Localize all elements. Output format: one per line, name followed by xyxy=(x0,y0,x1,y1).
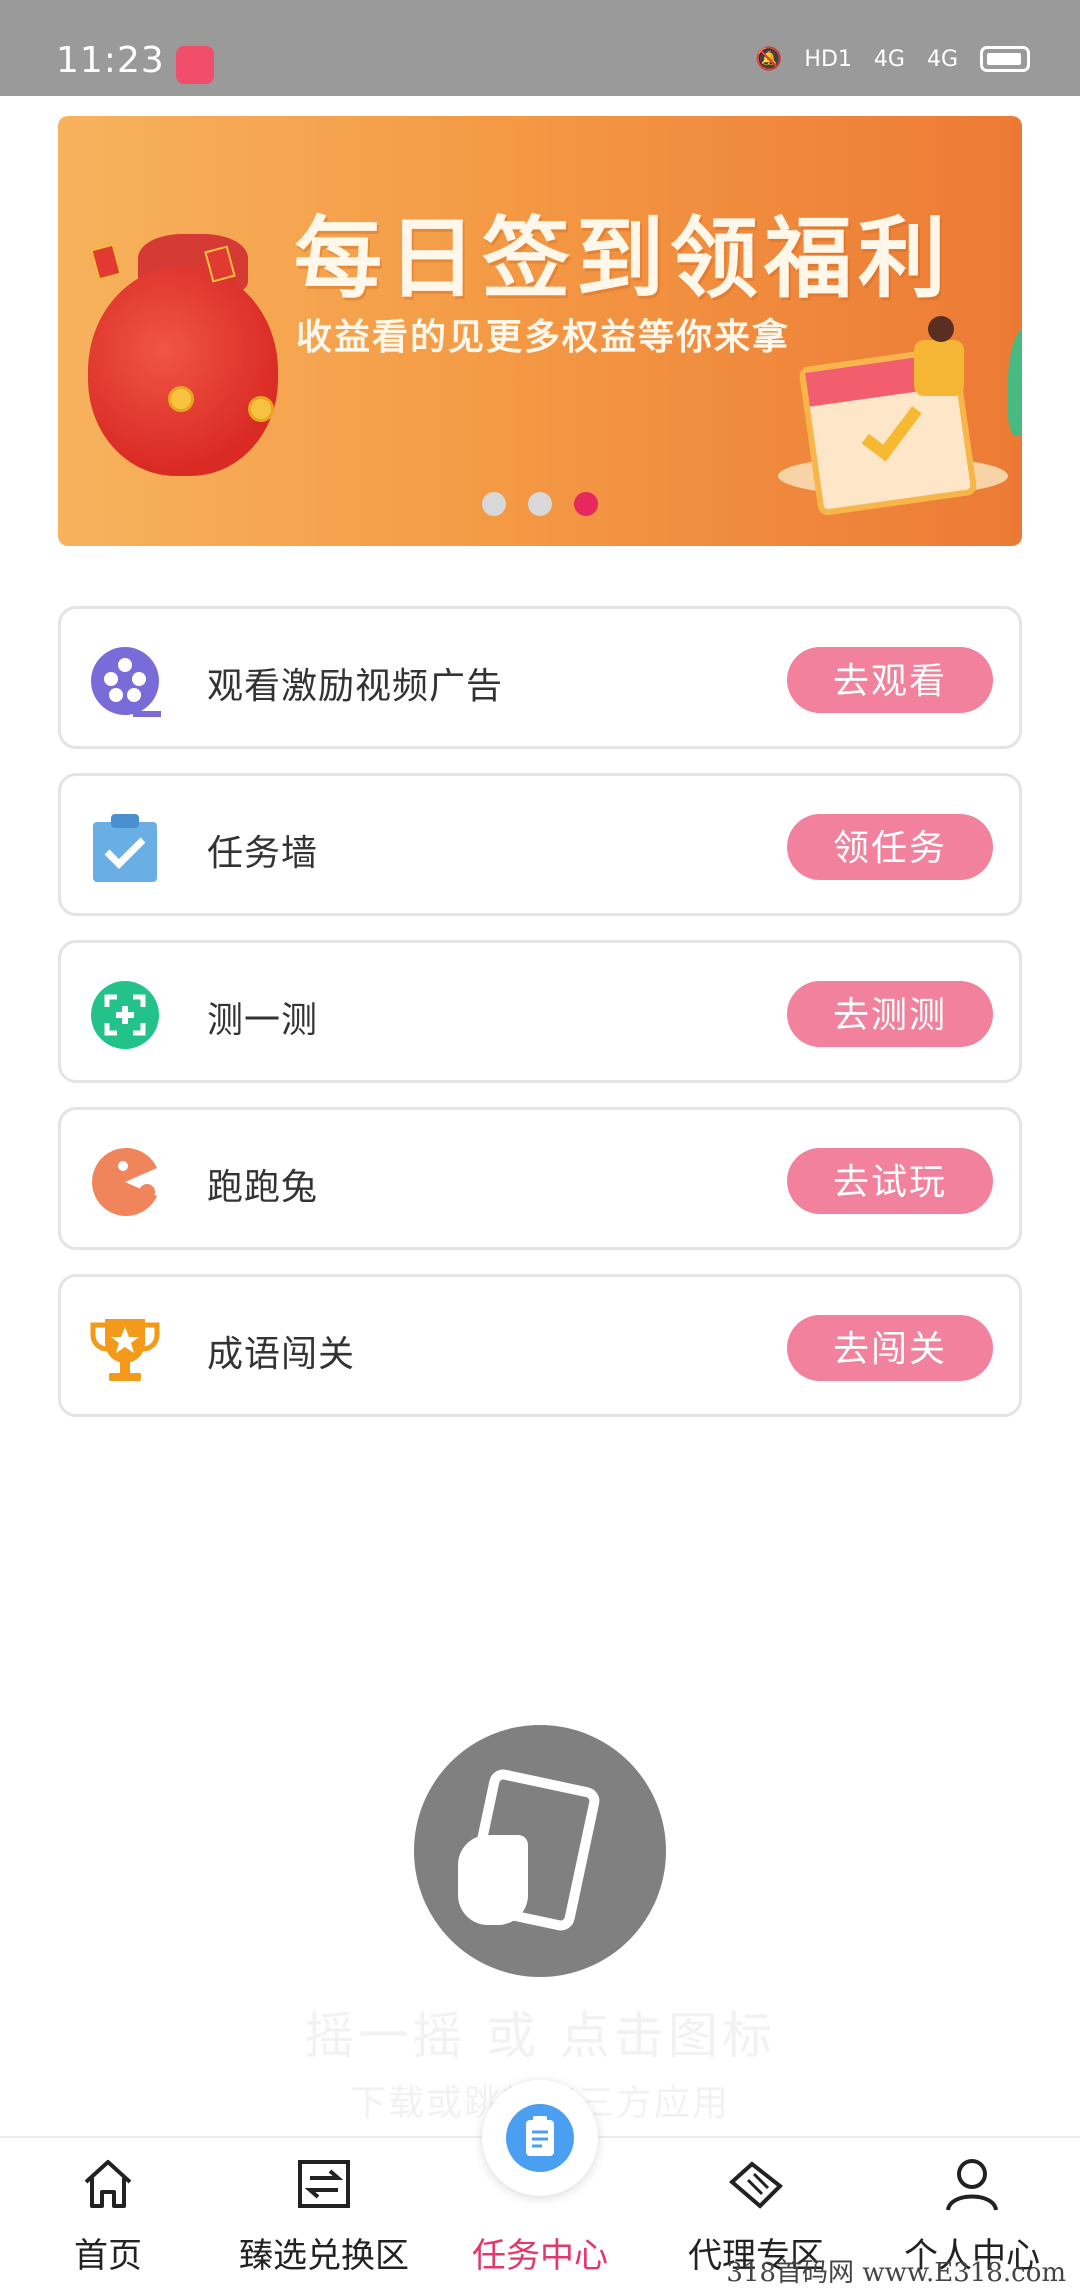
coin-icon xyxy=(248,396,274,422)
handshake-icon xyxy=(728,2161,784,2209)
film-reel-icon xyxy=(91,647,161,717)
nav-label: 首页 xyxy=(74,2236,142,2276)
status-indicators: 🔕 HD1 4G 4G xyxy=(755,46,1030,72)
task-label: 测一测 xyxy=(207,1000,319,1041)
hd-label: HD1 xyxy=(804,46,852,72)
app-notification-icon xyxy=(176,46,214,84)
battery-icon xyxy=(980,46,1030,72)
watch-ad-button[interactable]: 去观看 xyxy=(787,647,993,713)
banner-subtitle: 收益看的见更多权益等你来拿 xyxy=(296,317,791,358)
scan-plus-icon xyxy=(91,981,159,1049)
nav-label-active: 任务中心 xyxy=(472,2236,608,2276)
task-card-task-wall: 任务墙 领任务 xyxy=(58,773,1022,916)
home-icon xyxy=(84,2160,132,2208)
exchange-icon xyxy=(298,2160,350,2208)
go-quiz-button[interactable]: 去测测 xyxy=(787,981,993,1047)
nav-label: 臻选兑换区 xyxy=(239,2236,409,2276)
lucky-bag-icon xyxy=(88,266,278,476)
nav-item-exchange[interactable]: 臻选兑换区 xyxy=(216,2138,432,2282)
clipboard-icon xyxy=(506,2104,574,2172)
network-label-1: 4G xyxy=(873,46,905,72)
mute-icon: 🔕 xyxy=(755,46,783,72)
plant-icon xyxy=(1008,326,1022,436)
carousel-dot-active[interactable] xyxy=(574,492,598,516)
try-game-button[interactable]: 去试玩 xyxy=(787,1148,993,1214)
watermark: 318首码网 www.E318.com xyxy=(726,2258,1066,2288)
task-card-quiz: 测一测 去测测 xyxy=(58,940,1022,1083)
user-icon xyxy=(946,2159,998,2211)
task-card-rabbit-game: 跑跑兔 去试玩 xyxy=(58,1107,1022,1250)
task-card-video-ad: 观看激励视频广告 去观看 xyxy=(58,606,1022,749)
banner-title: 每日签到领福利 xyxy=(294,207,953,310)
task-label: 成语闯关 xyxy=(207,1334,356,1375)
task-label: 任务墙 xyxy=(207,833,319,874)
status-time: 11:23 xyxy=(56,40,165,81)
nav-item-home[interactable]: 首页 xyxy=(0,2138,216,2282)
check-icon xyxy=(861,395,922,462)
shake-button[interactable] xyxy=(414,1725,666,1977)
task-center-fab[interactable] xyxy=(482,2080,598,2196)
promo-banner[interactable]: 每日签到领福利 收益看的见更多权益等你来拿 xyxy=(58,116,1022,546)
network-label-2: 4G xyxy=(926,46,958,72)
pacman-icon xyxy=(92,1148,157,1216)
get-task-button[interactable]: 领任务 xyxy=(787,814,993,880)
task-label: 观看激励视频广告 xyxy=(207,666,504,707)
coin-icon xyxy=(168,386,194,412)
person-body-graphic xyxy=(914,340,964,396)
task-card-idiom-game: 成语闯关 去闯关 xyxy=(58,1274,1022,1417)
task-label: 跑跑兔 xyxy=(207,1167,319,1208)
shake-title: 摇一摇 或 点击图标 xyxy=(304,2007,776,2065)
red-envelope-icon xyxy=(90,243,122,281)
person-icon xyxy=(928,316,954,342)
carousel-dot[interactable] xyxy=(482,492,506,516)
clipboard-check-icon xyxy=(93,814,157,882)
go-challenge-button[interactable]: 去闯关 xyxy=(787,1315,993,1381)
status-bar: 11:23 🔕 HD1 4G 4G xyxy=(0,0,1080,96)
carousel-dot[interactable] xyxy=(528,492,552,516)
hand-icon xyxy=(458,1835,528,1925)
carousel-dots xyxy=(58,492,1022,516)
trophy-icon xyxy=(90,1319,160,1381)
